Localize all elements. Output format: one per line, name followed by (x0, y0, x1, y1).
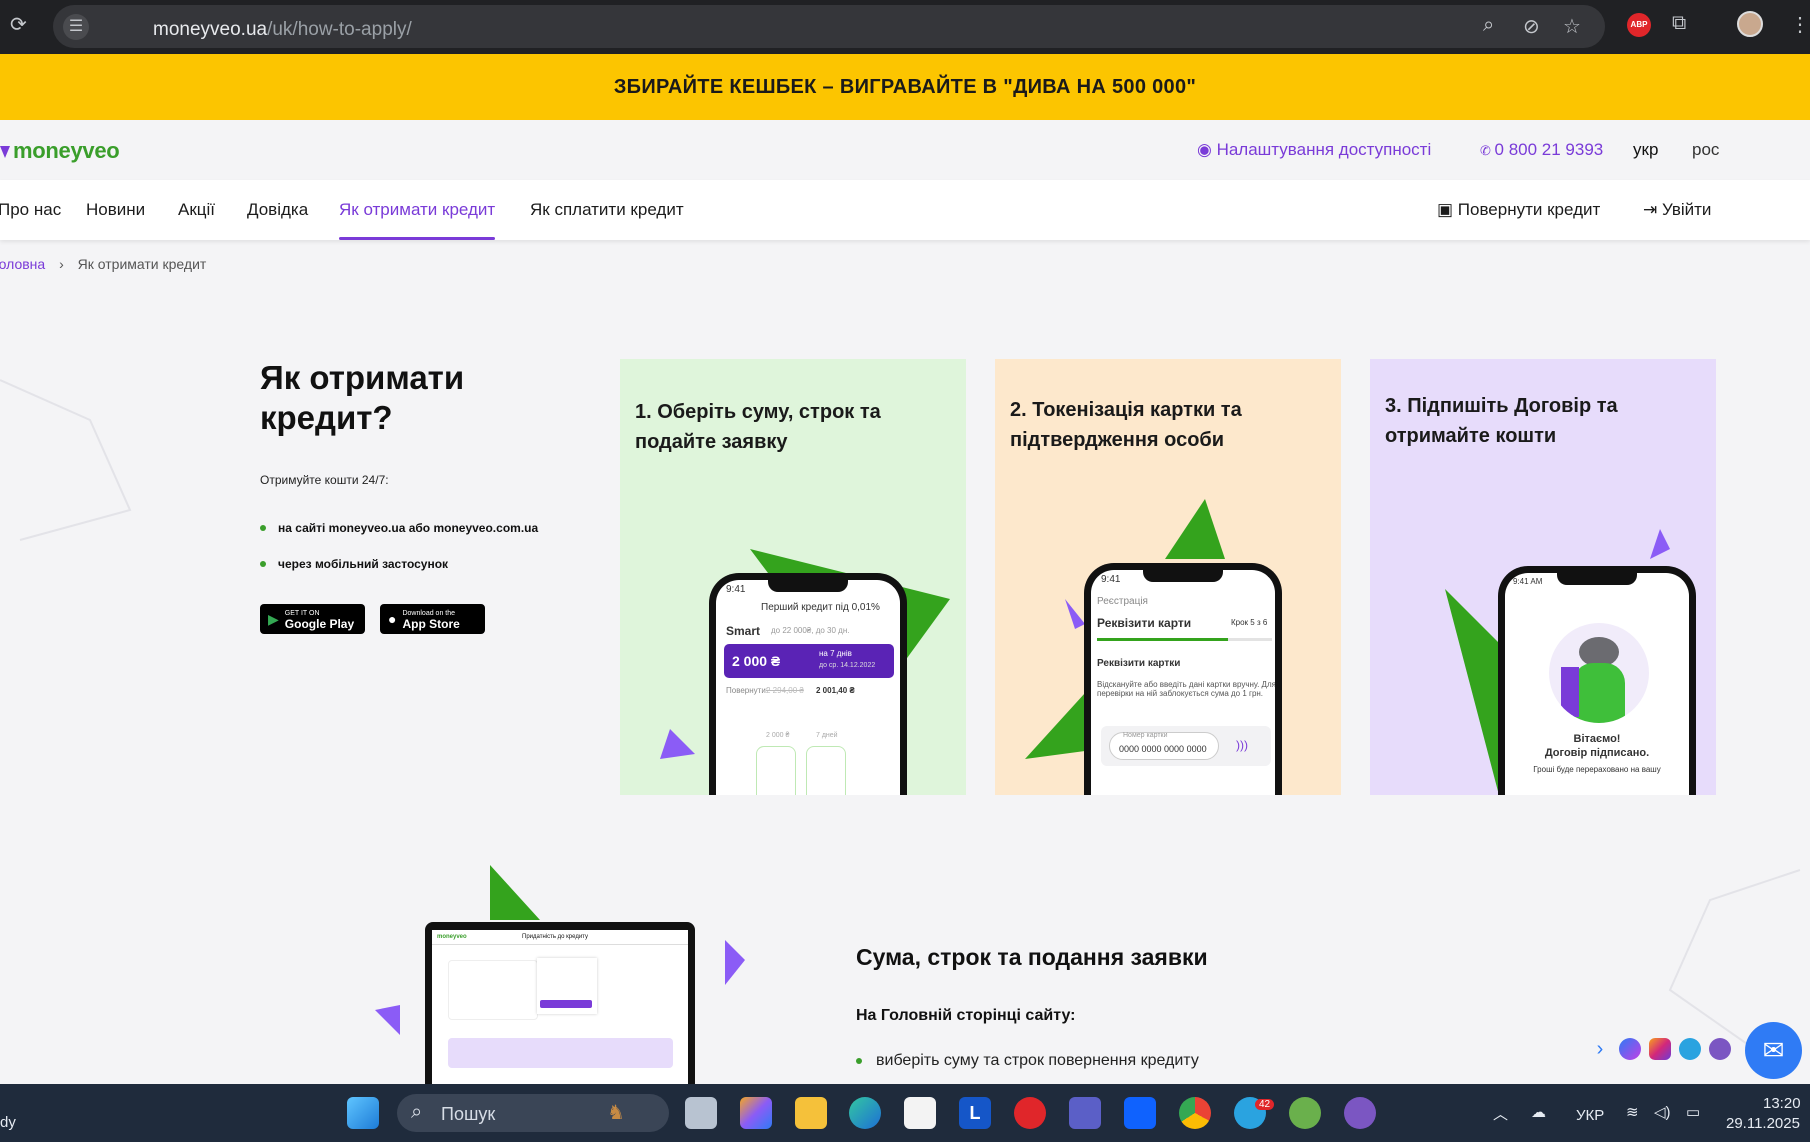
search-label: Пошук (441, 1104, 496, 1124)
l-app-icon[interactable]: L (959, 1097, 991, 1129)
breadcrumb-current: Як отримати кредит (77, 256, 207, 272)
address-bar[interactable]: ☰ moneyveo.ua/uk/how-to-apply/ ⌕ ⊘ ☆ (53, 5, 1605, 48)
utorrent-icon[interactable] (1289, 1097, 1321, 1129)
hero-bullet-app: через мобільний застосунок (260, 557, 448, 571)
nav-news[interactable]: Новини (86, 200, 145, 220)
repay-credit-button[interactable]: ▣ Повернути кредит (1437, 200, 1600, 220)
teams-icon[interactable] (1069, 1097, 1101, 1129)
phone-mockup-2: 9:41 Реєстрація Реквізити карти Крок 5 з… (1084, 563, 1282, 795)
nav-promos[interactable]: Акції (178, 200, 215, 220)
chevron-up-icon[interactable]: ︿ (1493, 1103, 1508, 1124)
edge-icon[interactable] (849, 1097, 881, 1129)
language-indicator[interactable]: УКР (1576, 1107, 1604, 1124)
site-header-top: moneyveo ◉ Налаштування доступності ✆ 0 … (0, 120, 1810, 180)
nav-how-to-pay[interactable]: Як сплатити кредит (530, 200, 684, 220)
page-title: Як отримати кредит? (260, 359, 465, 436)
chevron-right-icon: › (59, 256, 64, 272)
decor-arrow (660, 729, 695, 759)
nav-about[interactable]: Про нас (0, 200, 61, 220)
url-host: moneyveo.ua (153, 19, 268, 40)
raccoon-mascot (1549, 623, 1649, 723)
section-bullet: виберіть суму та строк повернення кредит… (856, 1052, 1199, 1070)
step-card-3: 3. Підпишіть Договір та отримайте кошти … (1370, 359, 1716, 795)
background-decoration (0, 379, 132, 541)
file-explorer-icon[interactable] (795, 1097, 827, 1129)
volume-icon[interactable]: ◁) (1654, 1103, 1671, 1121)
battery-icon[interactable]: ▭ (1686, 1103, 1700, 1121)
site-info-icon[interactable]: ☰ (63, 14, 89, 40)
instagram-icon[interactable] (1649, 1038, 1671, 1060)
step-card-1: 1. Оберіть суму, строк та подайте заявку… (620, 359, 966, 795)
url-path: /uk/how-to-apply/ (267, 19, 412, 40)
star-icon[interactable]: ☆ (1563, 14, 1581, 39)
google-play-icon: ▶ (268, 610, 279, 627)
logo-mark-icon (0, 146, 10, 158)
messenger-icon[interactable] (1619, 1038, 1641, 1060)
step-1-title: 1. Оберіть суму, строк та подайте заявку (635, 401, 881, 453)
telegram-icon[interactable] (1679, 1038, 1701, 1060)
store-icon[interactable] (904, 1097, 936, 1129)
amount-box: 2 000 ₴ на 7 днів до ср. 14.12.2022 (724, 644, 894, 678)
promo-text: ЗБИРАЙТЕ КЕШБЕК – ВИГРАВАЙТЕ В "ДИВА НА … (613, 75, 1197, 98)
wallet-icon: ▣ (1437, 200, 1458, 219)
phone-link[interactable]: ✆ 0 800 21 9393 (1480, 140, 1603, 160)
phone-mockup-1: 9:41 Перший кредит під 0,01% Smart до 22… (709, 573, 907, 795)
cloud-icon[interactable]: ☁ (1531, 1103, 1546, 1121)
app-store-button[interactable]: ● Download on the App Store (380, 604, 485, 634)
wifi-icon[interactable]: ≋ (1626, 1103, 1639, 1121)
profile-avatar[interactable] (1737, 11, 1763, 37)
accessibility-settings[interactable]: ◉ Налаштування доступності (1197, 140, 1431, 160)
chat-button[interactable]: ✉ (1745, 1022, 1802, 1079)
menu-icon[interactable]: ⋮ (1790, 12, 1810, 37)
lang-ukr[interactable]: укр (1633, 140, 1658, 160)
chat-bubble-icon: ✉ (1762, 1035, 1785, 1065)
dropbox-icon[interactable] (1124, 1097, 1156, 1129)
viber-taskbar-icon[interactable] (1344, 1097, 1376, 1129)
search-icon: ⌕ (411, 1101, 423, 1123)
adblock-icon[interactable]: ABP (1627, 13, 1651, 37)
laptop-mockup: moneyveo Придатність до кредиту (425, 922, 695, 1087)
google-play-button[interactable]: ▶ GET IT ON Google Play (260, 604, 365, 634)
eye-icon: ◉ (1197, 140, 1217, 159)
windows-start-icon[interactable] (347, 1097, 379, 1129)
browser-toolbar: ⟳ ☰ moneyveo.ua/uk/how-to-apply/ ⌕ ⊘ ☆ A… (0, 0, 1810, 54)
clock-time[interactable]: 13:20 (1763, 1095, 1801, 1112)
promo-banner[interactable]: ЗБИРАЙТЕ КЕШБЕК – ВИГРАВАЙТЕ В "ДИВА НА … (0, 54, 1810, 120)
breadcrumb: Головна › Як отримати кредит (0, 256, 206, 272)
apple-icon: ● (388, 611, 397, 627)
telegram-badge: 42 (1255, 1099, 1275, 1110)
nfc-icon: ))) (1236, 738, 1248, 752)
extensions-icon[interactable]: ⧉ (1672, 12, 1686, 35)
clock-date[interactable]: 29.11.2025 (1726, 1115, 1800, 1132)
deer-icon: ♞ (607, 1102, 625, 1124)
taskbar-left-text: dy (0, 1114, 16, 1131)
hero-subtitle: Отримуйте кошти 24/7: (260, 473, 389, 487)
step-3-title: 3. Підпишіть Договір та отримайте кошти (1385, 395, 1618, 447)
chevron-right-icon[interactable]: › (1589, 1038, 1611, 1060)
opera-icon[interactable] (1014, 1097, 1046, 1129)
reload-icon[interactable]: ⟳ (10, 12, 27, 37)
login-icon: ⇥ (1643, 200, 1662, 219)
section-title: Сума, строк та подання заявки (856, 944, 1208, 970)
nav-how-to-apply[interactable]: Як отримати кредит (339, 200, 496, 240)
hero-bullet-site: на сайті moneyveo.ua або moneyveo.com.ua (260, 521, 538, 535)
phone-icon: ✆ (1480, 143, 1495, 158)
zoom-icon[interactable]: ⌕ (1483, 14, 1494, 37)
phone-mockup-3: 9:41 AM Вітаємо! Договір підписано. Грош… (1498, 566, 1696, 795)
step-card-2: 2. Токенізація картки та підтвердження о… (995, 359, 1341, 795)
task-view-icon[interactable] (685, 1097, 717, 1129)
copilot-icon[interactable] (740, 1097, 772, 1129)
login-button[interactable]: ⇥ Увійти (1643, 200, 1711, 220)
lang-ros[interactable]: рос (1692, 140, 1719, 160)
viber-icon[interactable] (1709, 1038, 1731, 1060)
step-2-title: 2. Токенізація картки та підтвердження о… (1010, 399, 1242, 451)
chrome-icon[interactable] (1179, 1097, 1211, 1129)
nav-help[interactable]: Довідка (247, 200, 308, 220)
eye-off-icon[interactable]: ⊘ (1523, 14, 1540, 39)
taskbar-search[interactable]: ⌕ Пошук ♞ (397, 1094, 669, 1132)
moneyveo-logo[interactable]: moneyveo (0, 138, 120, 164)
main-navigation: Про нас Новини Акції Довідка Як отримати… (0, 180, 1810, 240)
section-subtitle: На Головній сторінці сайту: (856, 1007, 1076, 1024)
breadcrumb-home[interactable]: Головна (0, 256, 45, 272)
